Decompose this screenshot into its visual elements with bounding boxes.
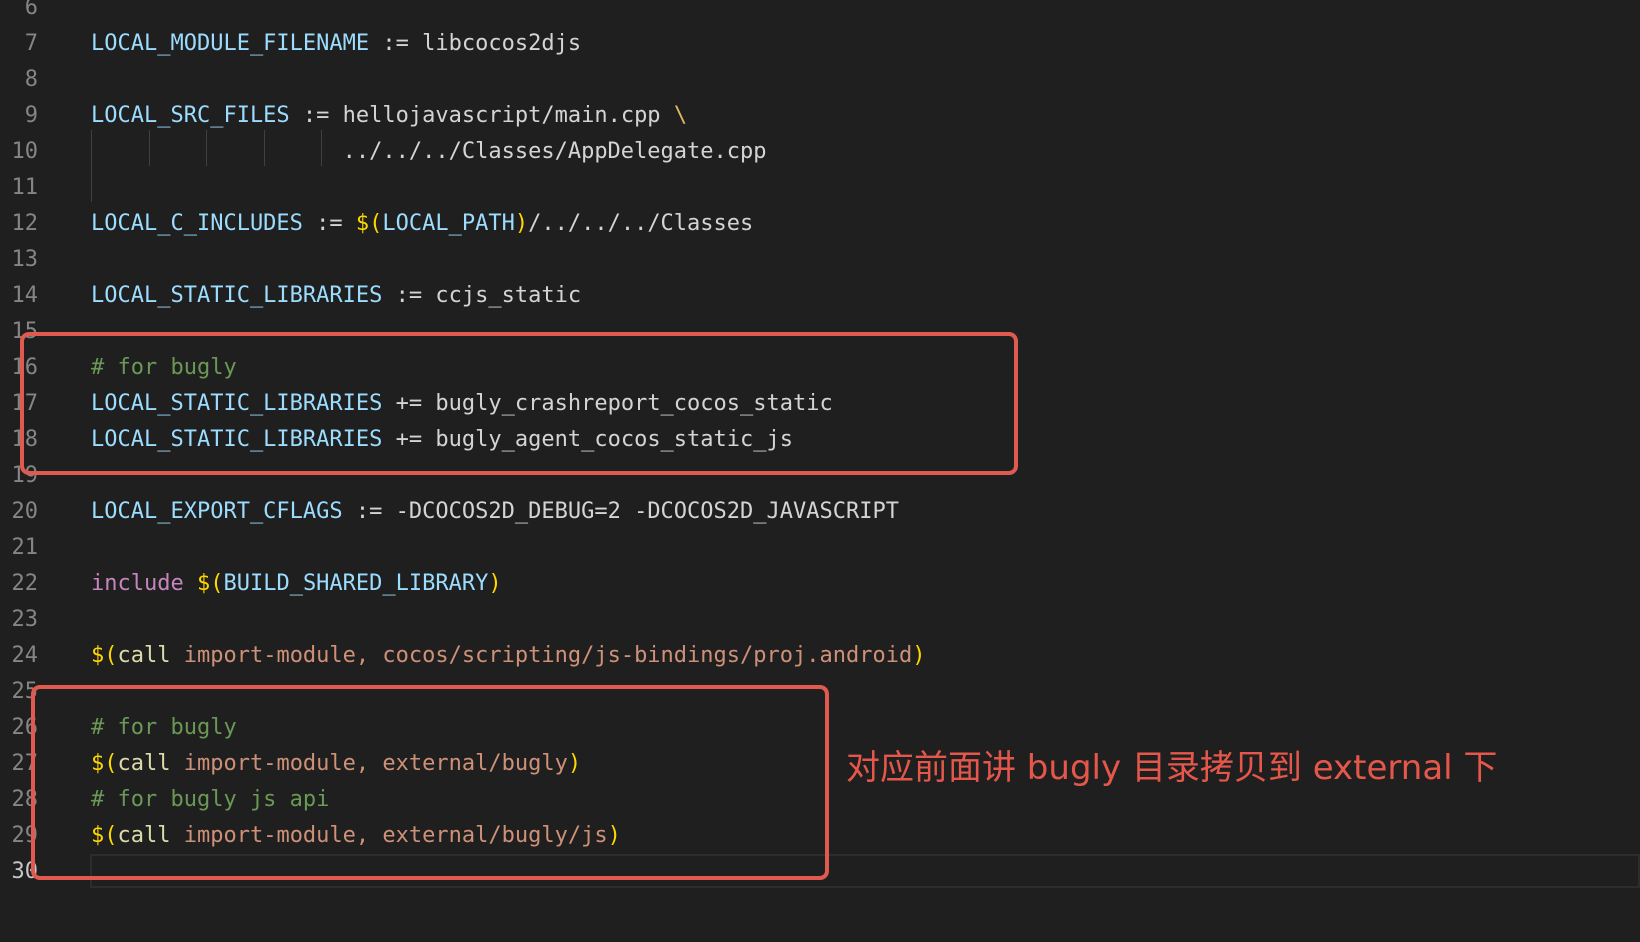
code-line[interactable]: 20 LOCAL_EXPORT_CFLAGS := -DCOCOS2D_DEBUG… <box>0 494 1640 530</box>
line-code: LOCAL_EXPORT_CFLAGS := -DCOCOS2D_DEBUG=2… <box>91 494 899 530</box>
code-token: \ <box>673 103 688 128</box>
code-token: $( <box>91 643 118 668</box>
line-number: 20 <box>11 499 39 524</box>
code-token: ../../../Classes/AppDelegate.cpp <box>91 139 767 164</box>
code-token: LOCAL_PATH <box>382 211 515 236</box>
code-token: /../../../Classes <box>528 211 754 236</box>
line-code: LOCAL_STATIC_LIBRARIES := ccjs_static <box>91 278 581 314</box>
code-line[interactable]: 10 ../../../Classes/AppDelegate.cpp <box>0 134 1640 170</box>
code-line[interactable]: 14 LOCAL_STATIC_LIBRARIES := ccjs_static <box>0 278 1640 314</box>
line-number: 12 <box>11 211 39 236</box>
line-number: 9 <box>24 103 38 128</box>
line-number: 8 <box>24 67 38 92</box>
code-token: ccjs_static <box>435 283 582 308</box>
code-token: := <box>342 499 396 524</box>
code-token: := <box>369 31 423 56</box>
code-token: := <box>382 283 436 308</box>
code-line[interactable]: 9 LOCAL_SRC_FILES := hellojavascript/main… <box>0 98 1640 134</box>
line-code: LOCAL_SRC_FILES := hellojavascript/main.… <box>91 98 687 134</box>
code-token: := <box>302 211 356 236</box>
line-number: 10 <box>11 139 39 164</box>
line-number: 21 <box>11 535 39 560</box>
indent-guide <box>321 130 322 166</box>
line-code: LOCAL_MODULE_FILENAME := libcocos2djs <box>91 26 581 62</box>
line-code: LOCAL_C_INCLUDES := $(LOCAL_PATH)/../../… <box>91 206 753 242</box>
code-line[interactable]: 24 $(call import-module, cocos/scripting/… <box>0 638 1640 674</box>
code-line[interactable]: 21 <box>0 530 1640 566</box>
code-token: include <box>91 571 184 596</box>
annotation-box-bugly-imports <box>31 685 829 880</box>
code-line[interactable]: 12 LOCAL_C_INCLUDES := $(LOCAL_PATH)/../.… <box>0 206 1640 242</box>
line-number: 6 <box>24 0 38 20</box>
code-token: libcocos2djs <box>422 31 582 56</box>
indent-guide <box>149 130 150 166</box>
code-line[interactable]: 23 <box>0 602 1640 638</box>
line-code: $(call import-module, cocos/scripting/js… <box>91 638 925 674</box>
code-token: import-module, cocos/scripting/js-bindin… <box>170 643 913 668</box>
code-token: ) <box>912 643 926 668</box>
code-line[interactable]: 22 include $(BUILD_SHARED_LIBRARY) <box>0 566 1640 602</box>
code-line[interactable]: 6 <box>0 0 1640 26</box>
code-token: $( <box>355 211 383 236</box>
code-line[interactable]: 8 <box>0 62 1640 98</box>
line-number: 14 <box>11 283 39 308</box>
code-line[interactable]: 11 <box>0 170 1640 206</box>
indent-guide <box>264 130 265 166</box>
code-token: ) <box>488 571 502 596</box>
line-number: 7 <box>24 31 38 56</box>
indent-guide <box>206 130 207 166</box>
code-token: LOCAL_C_INCLUDES <box>91 211 303 236</box>
line-number: 13 <box>11 247 39 272</box>
line-number: 22 <box>11 571 39 596</box>
code-token: BUILD_SHARED_LIBRARY <box>223 571 489 596</box>
annotation-note: 对应前面讲 bugly 目录拷贝到 external 下 <box>846 748 1498 788</box>
line-code: include $(BUILD_SHARED_LIBRARY) <box>91 566 502 602</box>
code-line[interactable]: 7 LOCAL_MODULE_FILENAME := libcocos2djs <box>0 26 1640 62</box>
code-editor[interactable]: 6 7 LOCAL_MODULE_FILENAME := libcocos2djs 8… <box>0 0 1640 942</box>
code-token: -DCOCOS2D_DEBUG=2 -DCOCOS2D_JAVASCRIPT <box>395 499 899 524</box>
annotation-box-bugly-libraries <box>20 332 1018 475</box>
code-token: LOCAL_EXPORT_CFLAGS <box>91 499 343 524</box>
code-token: LOCAL_STATIC_LIBRARIES <box>91 283 383 308</box>
line-number: 24 <box>11 643 39 668</box>
code-token: LOCAL_MODULE_FILENAME <box>91 31 370 56</box>
code-token: $( <box>196 571 224 596</box>
code-token: ) <box>514 211 529 236</box>
line-number: 11 <box>11 175 39 200</box>
code-token: LOCAL_SRC_FILES <box>91 103 290 128</box>
code-line[interactable]: 13 <box>0 242 1640 278</box>
code-token: := <box>289 103 343 128</box>
indent-guide <box>91 130 92 202</box>
line-number: 23 <box>11 607 39 632</box>
line-code: ../../../Classes/AppDelegate.cpp <box>91 134 767 170</box>
code-token: hellojavascript/main.cpp <box>342 103 674 128</box>
code-token: call <box>117 643 171 668</box>
